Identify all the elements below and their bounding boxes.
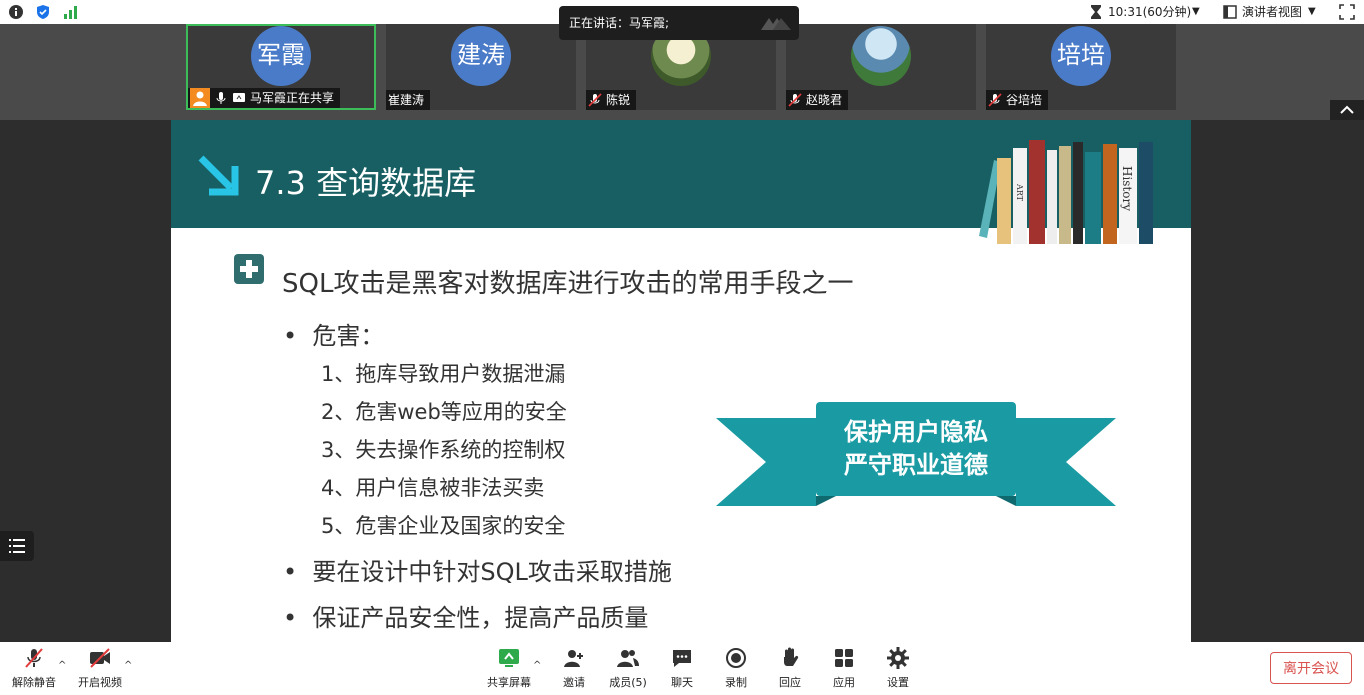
arrow-down-right-icon <box>198 155 239 196</box>
toc-list-button[interactable] <box>0 531 34 561</box>
participant-name: 崔建涛 <box>388 93 425 107</box>
video-options-chevron-icon[interactable]: ^ <box>124 660 132 671</box>
user-icon <box>190 88 210 108</box>
mic-muted-icon <box>788 93 802 107</box>
time-chevron-down-icon[interactable]: ▼ <box>1192 0 1200 24</box>
speaker-logo-icon <box>761 18 791 30</box>
mic-muted-icon <box>988 93 1002 107</box>
participant-name: 马军霞正在共享 <box>250 91 335 105</box>
plus-icon <box>234 254 264 284</box>
participant-nametag: 陈锐 <box>586 90 637 110</box>
screen-share-icon <box>233 93 245 102</box>
fullscreen-icon[interactable] <box>1339 4 1355 20</box>
slide-header: 7.3 查询数据库 ART History <box>171 120 1191 244</box>
books-illustration: ART History <box>979 140 1153 244</box>
collapse-strip-button[interactable] <box>1330 100 1364 120</box>
active-speaker-banner: 正在讲话：马军霞; <box>559 6 799 40</box>
chat-icon <box>673 650 691 667</box>
sub-item: 1、拖库导致用户数据泄漏 <box>321 362 566 386</box>
security-shield-icon[interactable] <box>35 4 51 20</box>
participant-name: 陈锐 <box>606 93 631 107</box>
apps-button[interactable]: 应用 <box>814 646 874 690</box>
book-label-history: History <box>1120 166 1134 211</box>
view-layout-icon <box>1223 5 1237 19</box>
avatar: 培培 <box>1051 26 1111 86</box>
bullet-item: • 危害： <box>283 322 385 350</box>
apps-grid-icon <box>835 649 853 667</box>
participant-name: 赵晓君 <box>806 93 843 107</box>
shared-slide: 7.3 查询数据库 ART History SQL攻击是黑客对数据库进行攻击的常… <box>171 120 1191 642</box>
video-off-icon <box>90 648 110 668</box>
participant-tile[interactable]: 军霞 马军霞正在共享 <box>186 24 376 110</box>
bottom-toolbar: 解除静音 ^ 开启视频 ^ 共享屏幕 ^ 邀请 成员(5) 聊天 录制 回应 应… <box>0 642 1364 695</box>
participant-nametag: 马军霞正在共享 <box>188 88 341 108</box>
raise-hand-icon <box>784 647 799 666</box>
avatar: 军霞 <box>251 26 311 86</box>
leave-meeting-button[interactable]: 离开会议 <box>1270 652 1352 684</box>
book-label-art: ART <box>1015 183 1024 202</box>
list-icon <box>9 539 25 553</box>
sub-item: 4、用户信息被非法买卖 <box>321 476 545 500</box>
participant-nametag: 谷培培 <box>986 90 1049 110</box>
view-mode-button[interactable]: 演讲者视图 <box>1242 0 1302 24</box>
bullet-item: • 保证产品安全性，提高产品质量 <box>283 604 649 632</box>
avatar <box>851 26 911 86</box>
slide-title: 7.3 查询数据库 <box>255 164 477 202</box>
record-button[interactable]: 录制 <box>706 646 766 690</box>
add-user-icon <box>564 650 583 667</box>
signal-strength-icon[interactable] <box>62 4 78 20</box>
hourglass-icon <box>1091 5 1101 19</box>
sub-item: 2、危害web等应用的安全 <box>321 400 567 424</box>
audio-options-chevron-icon[interactable]: ^ <box>58 660 66 671</box>
share-options-chevron-icon[interactable]: ^ <box>533 660 541 671</box>
gear-icon <box>887 647 909 669</box>
avatar: 建涛 <box>451 26 511 86</box>
record-icon <box>726 648 746 668</box>
mic-muted-icon <box>588 93 602 107</box>
members-button[interactable]: 成员(5) <box>598 646 658 690</box>
sub-item: 3、失去操作系统的控制权 <box>321 438 566 462</box>
participant-tile[interactable]: 建涛 崔建涛 <box>386 24 576 110</box>
react-button[interactable]: 回应 <box>760 646 820 690</box>
share-screen-icon <box>499 649 519 667</box>
slide-heading: SQL攻击是黑客对数据库进行攻击的常用手段之一 <box>282 269 854 299</box>
chevron-up-icon <box>1340 105 1354 114</box>
participant-tile[interactable]: 赵晓君 <box>786 24 976 110</box>
participant-nametag: 赵晓君 <box>786 90 849 110</box>
sub-item: 5、危害企业及国家的安全 <box>321 514 566 538</box>
participant-tile[interactable]: 培培 谷培培 <box>986 24 1176 110</box>
bullet-item: • 要在设计中针对SQL攻击采取措施 <box>283 558 672 586</box>
members-icon <box>617 650 639 667</box>
participant-name: 谷培培 <box>1006 93 1043 107</box>
chat-button[interactable]: 聊天 <box>652 646 712 690</box>
unmute-button[interactable]: 解除静音 <box>4 646 64 690</box>
settings-button[interactable]: 设置 <box>868 646 928 690</box>
participant-nametag: 崔建涛 <box>386 90 431 110</box>
meeting-time[interactable]: 10:31(60分钟) <box>1108 0 1191 24</box>
start-video-button[interactable]: 开启视频 <box>70 646 130 690</box>
invite-button[interactable]: 邀请 <box>544 646 604 690</box>
ribbon-text: 保护用户隐私 严守职业道德 <box>844 418 988 479</box>
view-chevron-down-icon[interactable]: ▼ <box>1308 0 1316 24</box>
mic-muted-icon <box>25 648 43 668</box>
share-screen-button[interactable]: 共享屏幕 <box>479 646 539 690</box>
info-icon[interactable] <box>8 4 24 20</box>
microphone-icon <box>216 92 226 104</box>
active-speaker-text: 正在讲话：马军霞; <box>569 16 670 30</box>
